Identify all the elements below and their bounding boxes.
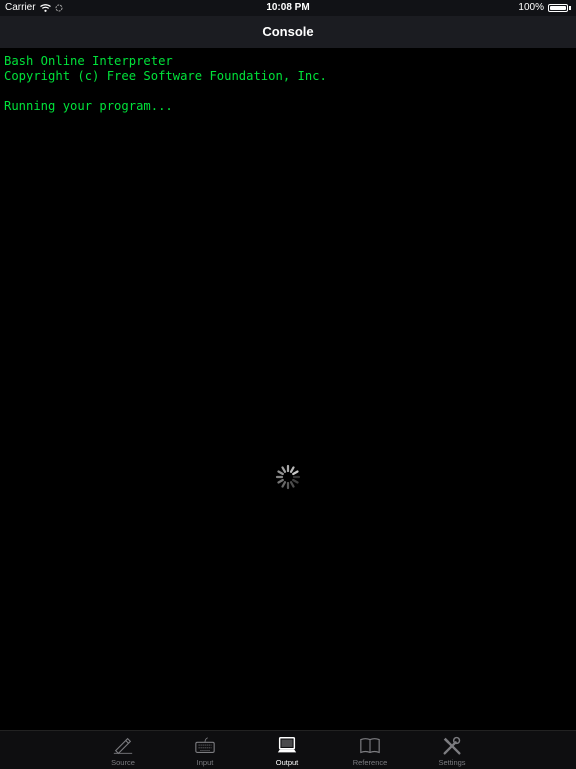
tab-label: Reference: [352, 758, 388, 767]
tab-label: Output: [275, 758, 299, 767]
tab-label: Input: [196, 758, 214, 767]
spinner-spoke: [289, 466, 295, 473]
spinner-spoke: [292, 470, 299, 476]
page-title: Console: [262, 24, 314, 39]
monitor-icon: [277, 737, 297, 753]
battery-tip: [569, 5, 571, 10]
spinner-icon: [275, 464, 301, 490]
tab-source[interactable]: Source: [93, 735, 153, 769]
spinner-spoke: [292, 478, 299, 484]
status-bar: Carrier 10:08 PM 100%: [0, 0, 576, 16]
battery-fill: [550, 5, 566, 10]
pen-icon: [113, 737, 133, 755]
clock: 10:08 PM: [266, 2, 310, 13]
spinner-spoke: [281, 466, 287, 473]
tab-output[interactable]: Output: [257, 735, 317, 769]
tools-icon: [443, 736, 461, 755]
status-right: 100%: [518, 2, 571, 13]
tab-label: Source: [111, 758, 135, 767]
spinner-spoke: [277, 470, 284, 476]
tab-reference[interactable]: Reference: [340, 735, 400, 769]
console-output: Bash Online Interpreter Copyright (c) Fre…: [4, 54, 570, 114]
battery-percent: 100%: [518, 2, 544, 13]
book-icon: [360, 738, 380, 754]
tab-label: Settings: [438, 758, 466, 767]
tab-bar: Source Input Output Reference Settings: [0, 730, 576, 769]
spinner-spoke: [289, 481, 295, 488]
keyboard-icon: [195, 737, 215, 753]
tab-settings[interactable]: Settings: [422, 735, 482, 769]
console-line: Copyright (c) Free Software Foundation, …: [4, 69, 327, 83]
tab-input[interactable]: Input: [175, 735, 235, 769]
console-line: Running your program...: [4, 99, 173, 113]
spinner-spoke: [281, 481, 287, 488]
battery-icon: [548, 3, 568, 12]
navigation-bar: Console: [0, 16, 576, 49]
spinner-spoke: [277, 478, 284, 484]
console-line: Bash Online Interpreter: [4, 54, 173, 68]
